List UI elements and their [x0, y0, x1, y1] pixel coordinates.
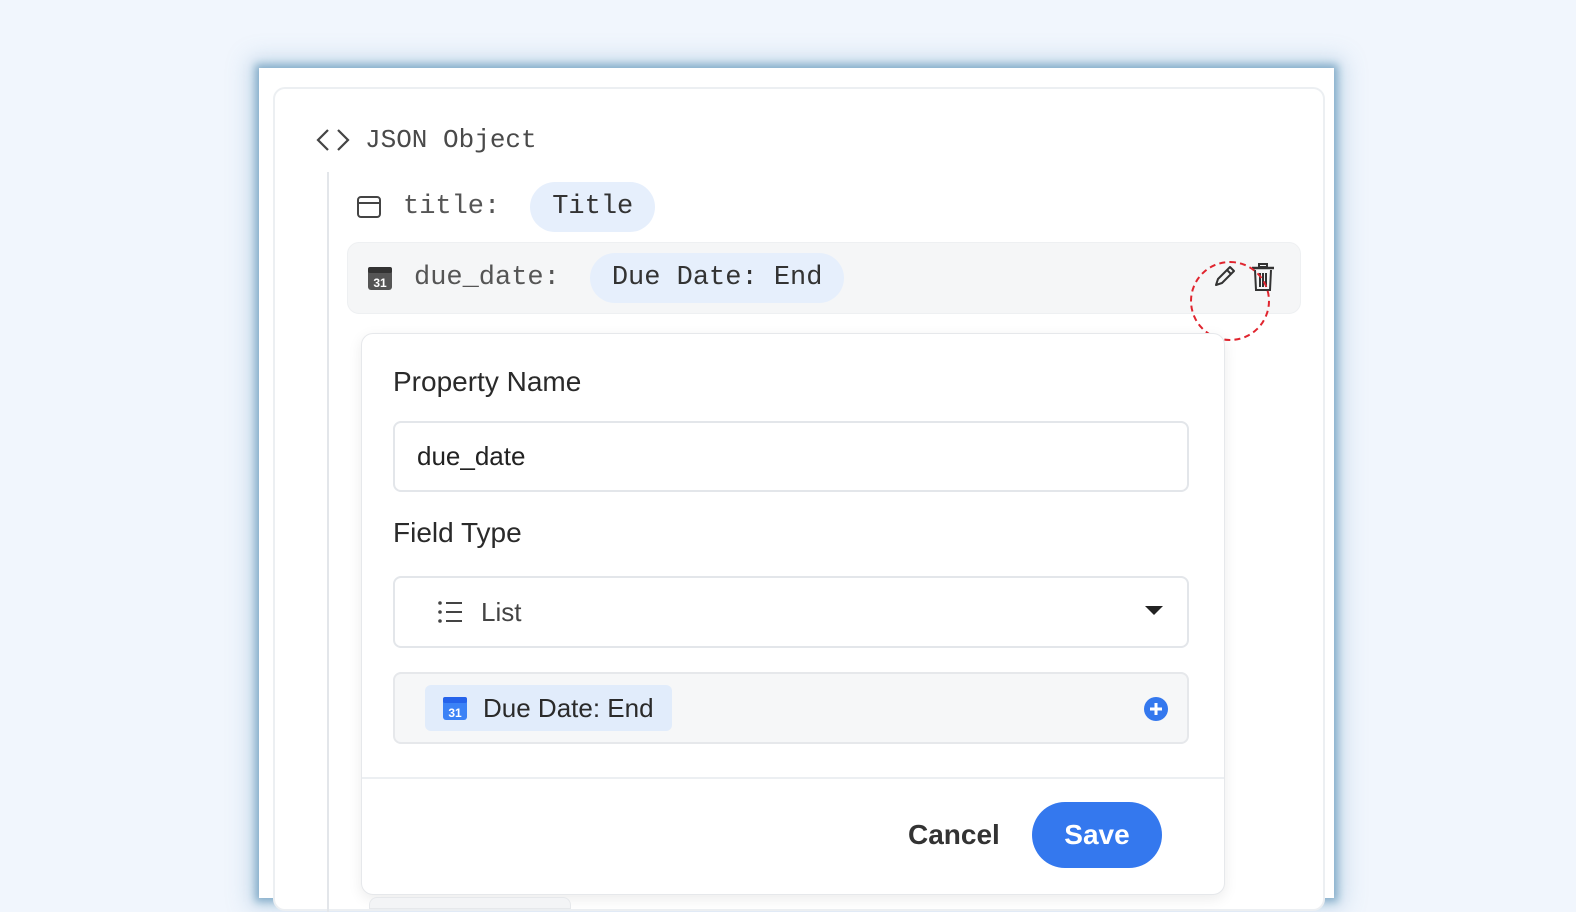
- code-brackets-icon: [316, 129, 350, 151]
- property-key: title:: [403, 192, 501, 222]
- tree-guide-line: [327, 172, 329, 912]
- property-row-title[interactable]: title: Title: [355, 181, 656, 233]
- svg-text:31: 31: [448, 706, 462, 720]
- field-type-select[interactable]: List: [393, 576, 1189, 648]
- svg-text:31: 31: [373, 276, 387, 290]
- window-icon: [357, 196, 381, 218]
- property-value-pill[interactable]: Due Date: End: [589, 253, 845, 303]
- property-name-label: Property Name: [393, 366, 582, 397]
- calendar-icon: 31: [443, 697, 467, 720]
- list-icon: [438, 601, 462, 623]
- list-item-chip[interactable]: 31 Due Date: End: [425, 685, 672, 731]
- json-editor-card: JSON Object title: Title 31 due_date: Du…: [259, 68, 1334, 912]
- cancel-button[interactable]: Cancel: [902, 818, 1006, 852]
- save-button[interactable]: Save: [1032, 802, 1162, 868]
- property-name-input[interactable]: due_date: [393, 421, 1189, 492]
- property-editor-popover: Property Name due_date Field Type List 3…: [361, 333, 1225, 895]
- calendar-icon: 31: [368, 267, 392, 290]
- json-object-panel: JSON Object title: Title 31 due_date: Du…: [273, 87, 1325, 912]
- chevron-down-icon: [1145, 606, 1163, 615]
- property-row-due-date[interactable]: 31 due_date: Due Date: End: [347, 242, 1301, 314]
- object-title: JSON Object: [365, 125, 537, 155]
- property-name-value: due_date: [417, 441, 526, 471]
- object-header: JSON Object: [315, 125, 537, 155]
- list-item-label: Due Date: End: [483, 692, 654, 723]
- footer-divider: [362, 777, 1224, 779]
- field-type-value: List: [481, 596, 522, 627]
- field-type-label: Field Type: [393, 517, 522, 548]
- plus-circle-icon[interactable]: [1142, 695, 1170, 723]
- property-value-pill[interactable]: Title: [530, 182, 656, 232]
- list-items-box: 31 Due Date: End: [393, 672, 1189, 744]
- next-row-peek: [369, 897, 571, 909]
- click-highlight-circle: [1190, 261, 1270, 341]
- property-key: due_date:: [414, 263, 560, 293]
